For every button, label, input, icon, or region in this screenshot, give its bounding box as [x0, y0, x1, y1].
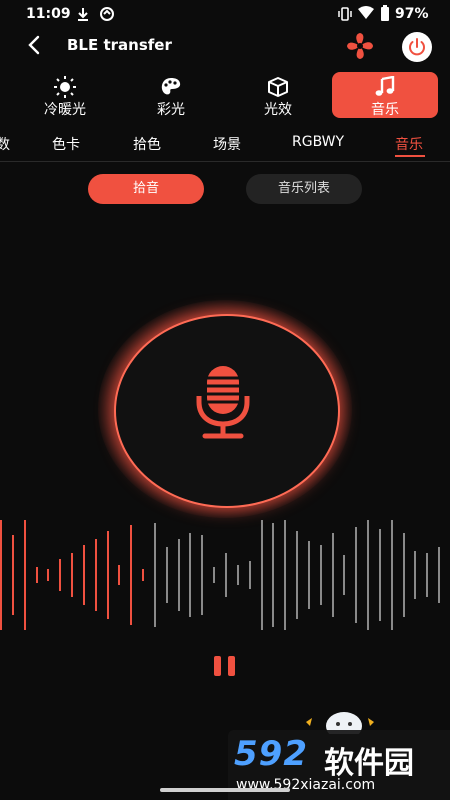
waveform-bar: [403, 533, 405, 617]
waveform-bar: [237, 565, 239, 585]
mode-tab-label: 音乐: [371, 102, 399, 118]
mode-tab-label: 彩光: [157, 102, 185, 118]
subtab-rgbwy[interactable]: RGBWY: [292, 134, 344, 150]
sun-icon: [54, 76, 76, 98]
vibrate-icon: [338, 7, 352, 21]
subtab-music[interactable]: 音乐: [395, 134, 423, 154]
waveform-bar: [24, 520, 26, 630]
waveform-bar: [142, 569, 144, 581]
waveform-bar: [154, 523, 156, 627]
back-arrow-icon[interactable]: [24, 34, 46, 56]
waveform-bar: [95, 539, 97, 611]
mode-tab-effects[interactable]: 光效: [225, 72, 331, 118]
battery-icon: [381, 5, 389, 21]
waveform-bar: [379, 529, 381, 621]
download-icon: [78, 8, 88, 21]
waveform-bar: [367, 520, 369, 630]
waveform-bar: [272, 523, 274, 627]
sync-icon: [100, 7, 114, 21]
waveform-bar: [36, 567, 38, 583]
mic-button[interactable]: [114, 314, 340, 508]
waveform-bar: [83, 545, 85, 605]
music-note-icon: [375, 76, 395, 96]
subtab-indicator: [395, 155, 425, 157]
subtab-scene[interactable]: 场景: [213, 134, 241, 154]
status-time: 11:09: [26, 6, 71, 22]
watermark-brand-text: 软件园: [324, 746, 414, 781]
waveform-bar: [426, 553, 428, 597]
battery-percent: 97%: [395, 6, 429, 22]
waveform-bar: [343, 555, 345, 595]
audio-waveform: [0, 520, 440, 630]
mode-tab-music[interactable]: 音乐: [332, 72, 438, 118]
status-bar: 11:09 97%: [0, 0, 450, 28]
mode-tab-color[interactable]: 彩光: [118, 72, 224, 118]
waveform-bar: [59, 559, 61, 591]
cube-icon: [268, 77, 288, 97]
mode-tab-warm-cool[interactable]: 冷暖光: [12, 72, 118, 118]
pickup-button[interactable]: 拾音: [88, 174, 204, 204]
pause-icon[interactable]: [212, 654, 238, 678]
waveform-bar: [391, 520, 393, 630]
waveform-bar: [355, 527, 357, 623]
waveform-bar: [249, 561, 251, 589]
music-list-button[interactable]: 音乐列表: [246, 174, 362, 204]
waveform-bar: [130, 525, 132, 625]
waveform-bar: [118, 565, 120, 585]
waveform-bar: [166, 547, 168, 603]
divider: [0, 161, 450, 162]
waveform-bar: [261, 520, 263, 630]
waveform-bar: [438, 547, 440, 603]
power-button[interactable]: [402, 32, 432, 62]
waveform-bar: [332, 533, 334, 617]
waveform-bar: [189, 533, 191, 617]
waveform-bar: [213, 567, 215, 583]
waveform-bar: [296, 531, 298, 619]
waveform-bar: [107, 531, 109, 619]
microphone-icon: [196, 366, 250, 439]
waveform-bar: [284, 520, 286, 630]
waveform-bar: [225, 553, 227, 597]
page-title: BLE transfer: [67, 36, 172, 54]
waveform-bar: [71, 553, 73, 597]
mode-tab-label: 冷暖光: [44, 102, 86, 118]
waveform-bar: [308, 541, 310, 609]
waveform-bar: [0, 520, 2, 630]
waveform-bar: [47, 569, 49, 581]
watermark-brand: 592: [234, 734, 308, 774]
waveform-bar: [414, 551, 416, 599]
subtab-partial[interactable]: 数: [0, 134, 10, 154]
waveform-bar: [201, 535, 203, 615]
fan-icon[interactable]: [345, 31, 375, 61]
subtab-color-pick[interactable]: 拾色: [133, 134, 161, 154]
power-icon: [409, 38, 425, 56]
palette-icon: [161, 78, 181, 95]
gesture-navigation-bar[interactable]: [160, 788, 290, 792]
waveform-bar: [178, 539, 180, 611]
wifi-icon: [358, 6, 374, 19]
waveform-bar: [12, 535, 14, 615]
mode-tab-label: 光效: [264, 102, 292, 118]
waveform-bar: [320, 545, 322, 605]
subtab-color-card[interactable]: 色卡: [52, 134, 80, 154]
